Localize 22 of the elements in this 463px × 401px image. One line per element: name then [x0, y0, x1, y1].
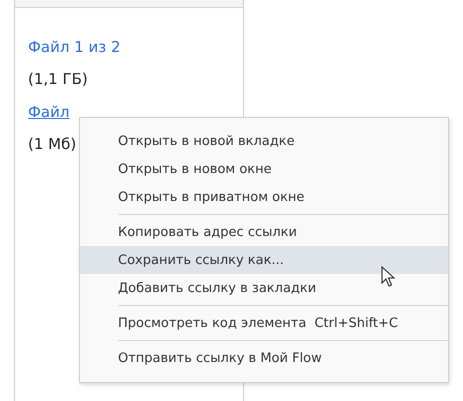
menu-item-label: Отправить ссылку в Мой Flow [118, 350, 322, 366]
menu-item[interactable]: Добавить ссылку в закладки [80, 274, 448, 302]
mouse-pointer-icon [381, 266, 395, 288]
file-link[interactable]: Файл [28, 102, 70, 122]
menu-item-label: Копировать адрес ссылки [118, 224, 297, 240]
menu-item-label: Открыть в новой вкладке [118, 134, 295, 148]
menu-item-label: Просмотреть код элемента [118, 316, 306, 330]
menu-item-label: Открыть в приватном окне [118, 190, 304, 204]
file-size: (1 Мб) [28, 134, 76, 154]
menu-item-label: Добавить ссылку в закладки [118, 280, 316, 296]
file-link[interactable]: Файл 1 из 2 [28, 37, 121, 57]
menu-item-label: Сохранить ссылку как... [118, 252, 284, 268]
menu-item[interactable]: Открыть в новой вкладке [80, 127, 448, 155]
menu-item[interactable]: Сохранить ссылку как... [80, 246, 448, 274]
shortcut-label: Ctrl+Shift+C [314, 316, 398, 330]
menu-item-label: Открыть в новом окне [118, 162, 272, 176]
menu-item[interactable]: Просмотреть код элемента Ctrl+Shift+C [80, 309, 448, 337]
menu-item[interactable]: Открыть в новом окне [80, 155, 448, 183]
menu-item[interactable]: Отправить ссылку в Мой Flow [80, 344, 448, 372]
menu-item[interactable]: Открыть в приватном окне [80, 183, 448, 211]
menu-item[interactable]: Копировать адрес ссылки [80, 218, 448, 246]
file-size: (1,1 ГБ) [28, 69, 88, 89]
